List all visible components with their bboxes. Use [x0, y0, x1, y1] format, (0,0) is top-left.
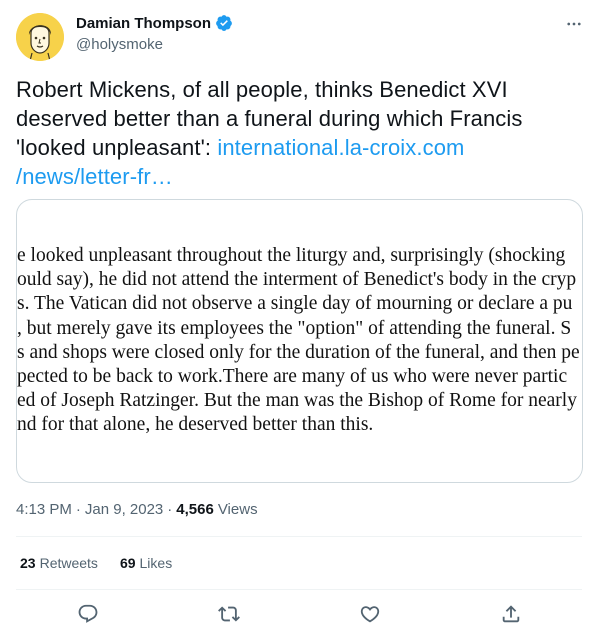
letter-line: nd for that alone, he deserved better th… [17, 414, 374, 436]
reply-button[interactable] [76, 602, 100, 626]
share-button[interactable] [499, 602, 523, 626]
letter-line: , but merely gave its employees the "opt… [17, 317, 572, 339]
author-handle[interactable]: @holysmoke [76, 36, 163, 53]
divider [16, 589, 582, 590]
avatar-portrait-icon [16, 13, 64, 61]
avatar[interactable] [16, 13, 64, 61]
action-bar [0, 598, 598, 630]
author-name-row: Damian Thompson [76, 14, 233, 32]
likes-stat[interactable]: 69 Likes [120, 555, 172, 571]
likes-label: Likes [139, 555, 173, 571]
letter-line: ed of Joseph Ratzinger. But the man was … [17, 390, 577, 412]
like-button[interactable] [358, 602, 382, 626]
tweet-time[interactable]: 4:13 PM [16, 501, 72, 518]
letter-line: e looked unpleasant throughout the litur… [17, 245, 566, 266]
retweet-icon [218, 606, 240, 622]
retweet-button[interactable] [217, 602, 241, 626]
share-icon [502, 605, 520, 623]
retweets-count: 23 [20, 555, 36, 571]
tweet-date[interactable]: Jan 9, 2023 [85, 501, 163, 518]
letter-line: ould say), he did not attend the interme… [17, 269, 577, 291]
tweet-link-part-2: /news/letter-fr… [16, 164, 173, 189]
tweet-media-image[interactable]: e looked unpleasant throughout the litur… [16, 199, 583, 483]
views-count: 4,566 [176, 501, 214, 518]
likes-count: 69 [119, 555, 136, 571]
views-label: Views [217, 501, 258, 518]
letter-line: pected to be back to work.There are many… [17, 365, 568, 387]
retweets-stat[interactable]: 23 Retweets [20, 555, 98, 571]
divider [16, 536, 582, 537]
retweets-label: Retweets [39, 555, 98, 571]
verified-badge-icon [215, 14, 233, 32]
tweet-metadata: 4:13 PM · Jan 9, 2023 · 4,566 Views [16, 501, 258, 518]
scanned-letter-text: e looked unpleasant throughout the litur… [17, 244, 582, 438]
tweet: Damian Thompson @holysmoke Robert Micken… [0, 0, 598, 638]
engagement-stats: 23 Retweets 69 Likes [20, 555, 172, 571]
tweet-link-part-1: international.la-croix.com [217, 135, 465, 160]
reply-icon [78, 604, 98, 623]
author-display-name[interactable]: Damian Thompson [76, 15, 211, 32]
tweet-text: Robert Mickens, of all people, thinks Be… [16, 75, 582, 191]
more-options-button[interactable] [564, 14, 584, 34]
heart-icon [360, 606, 380, 623]
letter-line: s. The Vatican did not observe a single … [17, 293, 573, 315]
meta-separator: · [167, 501, 173, 518]
letter-line: s and shops were closed only for the dur… [17, 341, 580, 363]
meta-separator: · [75, 501, 81, 518]
more-dots-icon [567, 22, 581, 26]
